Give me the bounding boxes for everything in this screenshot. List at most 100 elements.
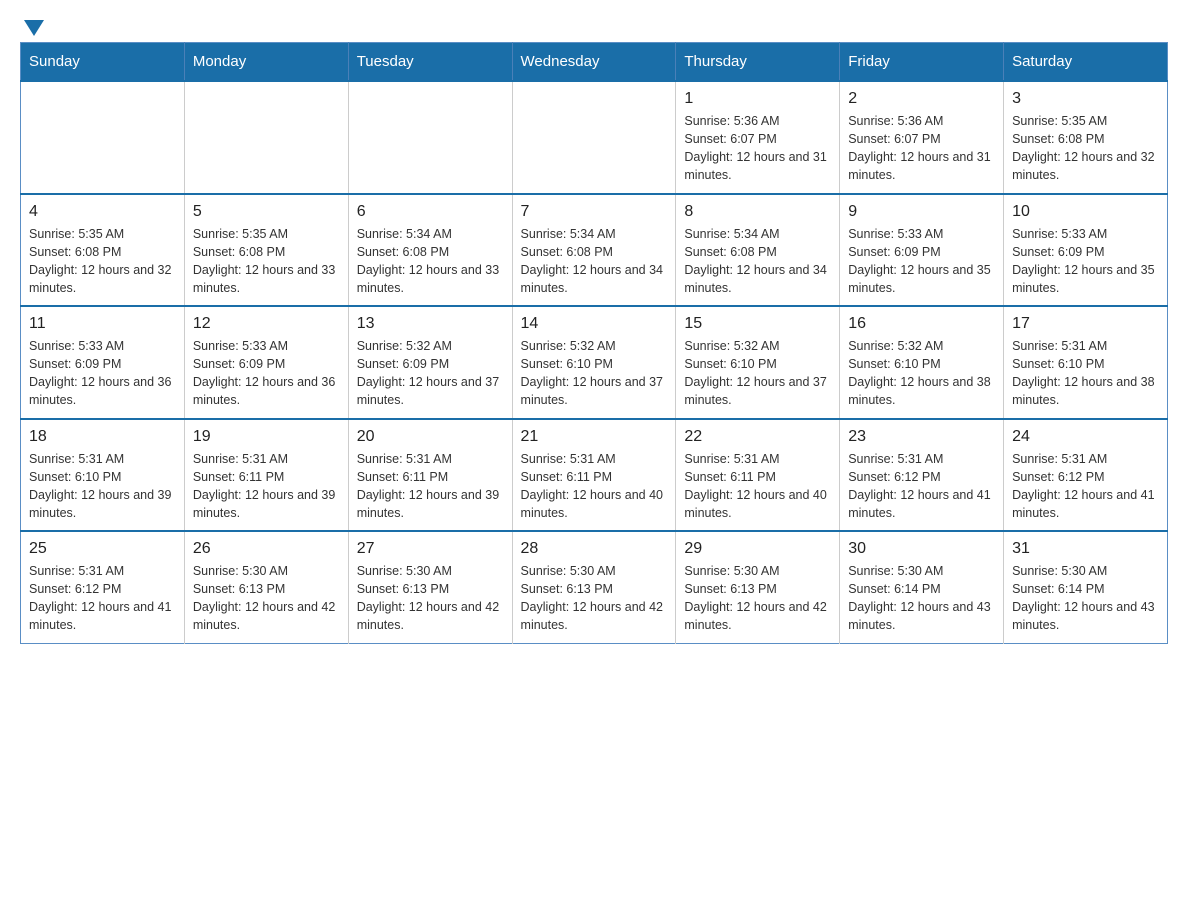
day-number: 13 (357, 315, 504, 333)
calendar-cell: 1Sunrise: 5:36 AM Sunset: 6:07 PM Daylig… (676, 81, 840, 194)
day-number: 21 (521, 428, 668, 446)
calendar-cell: 30 Sunrise: 5:30 AM Sunset: 6:14 PM Dayli… (840, 531, 1004, 643)
day-number: 3 (1012, 90, 1159, 108)
day-number: 8 (684, 203, 831, 221)
calendar-cell: 12 Sunrise: 5:33 AM Sunset: 6:09 PM Dayli… (184, 306, 348, 419)
day-info: Sunrise: 5:30 AM Sunset: 6:14 PM Dayligh… (848, 562, 995, 635)
column-header-wednesday: Wednesday (512, 43, 676, 82)
day-info: Sunrise: 5:30 AM Sunset: 6:13 PM Dayligh… (684, 562, 831, 635)
calendar-cell: 16 Sunrise: 5:32 AM Sunset: 6:10 PM Dayli… (840, 306, 1004, 419)
week-row-1: 1Sunrise: 5:36 AM Sunset: 6:07 PM Daylig… (21, 81, 1168, 194)
day-number: 24 (1012, 428, 1159, 446)
day-info: Sunrise: 5:31 AM Sunset: 6:10 PM Dayligh… (29, 450, 176, 523)
calendar-cell (184, 81, 348, 194)
calendar-cell: 24Sunrise: 5:31 AM Sunset: 6:12 PM Dayli… (1004, 419, 1168, 532)
day-number: 19 (193, 428, 340, 446)
calendar-cell: 31 Sunrise: 5:30 AM Sunset: 6:14 PM Dayli… (1004, 531, 1168, 643)
day-number: 16 (848, 315, 995, 333)
day-number: 5 (193, 203, 340, 221)
day-info: Sunrise: 5:34 AM Sunset: 6:08 PM Dayligh… (521, 225, 668, 298)
day-info: Sunrise: 5:32 AM Sunset: 6:10 PM Dayligh… (848, 337, 995, 410)
day-number: 30 (848, 540, 995, 558)
header-row: SundayMondayTuesdayWednesdayThursdayFrid… (21, 43, 1168, 82)
day-info: Sunrise: 5:33 AM Sunset: 6:09 PM Dayligh… (29, 337, 176, 410)
calendar-cell: 26 Sunrise: 5:30 AM Sunset: 6:13 PM Dayli… (184, 531, 348, 643)
day-number: 6 (357, 203, 504, 221)
column-header-sunday: Sunday (21, 43, 185, 82)
calendar-cell: 22 Sunrise: 5:31 AM Sunset: 6:11 PM Dayli… (676, 419, 840, 532)
column-header-friday: Friday (840, 43, 1004, 82)
day-info: Sunrise: 5:35 AM Sunset: 6:08 PM Dayligh… (29, 225, 176, 298)
logo-text (20, 20, 44, 32)
calendar-cell: 5 Sunrise: 5:35 AM Sunset: 6:08 PM Daylig… (184, 194, 348, 307)
calendar-cell: 21 Sunrise: 5:31 AM Sunset: 6:11 PM Dayli… (512, 419, 676, 532)
day-number: 23 (848, 428, 995, 446)
day-info: Sunrise: 5:36 AM Sunset: 6:07 PM Dayligh… (848, 112, 995, 185)
day-info: Sunrise: 5:33 AM Sunset: 6:09 PM Dayligh… (848, 225, 995, 298)
day-info: Sunrise: 5:30 AM Sunset: 6:14 PM Dayligh… (1012, 562, 1159, 635)
calendar-cell: 7 Sunrise: 5:34 AM Sunset: 6:08 PM Daylig… (512, 194, 676, 307)
calendar-cell: 23 Sunrise: 5:31 AM Sunset: 6:12 PM Dayli… (840, 419, 1004, 532)
day-number: 22 (684, 428, 831, 446)
day-info: Sunrise: 5:31 AM Sunset: 6:12 PM Dayligh… (848, 450, 995, 523)
day-info: Sunrise: 5:35 AM Sunset: 6:08 PM Dayligh… (1012, 112, 1159, 185)
day-info: Sunrise: 5:32 AM Sunset: 6:09 PM Dayligh… (357, 337, 504, 410)
calendar-cell: 29 Sunrise: 5:30 AM Sunset: 6:13 PM Dayli… (676, 531, 840, 643)
calendar-cell: 10 Sunrise: 5:33 AM Sunset: 6:09 PM Dayli… (1004, 194, 1168, 307)
week-row-3: 11 Sunrise: 5:33 AM Sunset: 6:09 PM Dayli… (21, 306, 1168, 419)
day-info: Sunrise: 5:34 AM Sunset: 6:08 PM Dayligh… (357, 225, 504, 298)
day-info: Sunrise: 5:31 AM Sunset: 6:12 PM Dayligh… (29, 562, 176, 635)
day-info: Sunrise: 5:35 AM Sunset: 6:08 PM Dayligh… (193, 225, 340, 298)
day-number: 25 (29, 540, 176, 558)
calendar-cell: 4 Sunrise: 5:35 AM Sunset: 6:08 PM Daylig… (21, 194, 185, 307)
day-number: 9 (848, 203, 995, 221)
day-info: Sunrise: 5:30 AM Sunset: 6:13 PM Dayligh… (357, 562, 504, 635)
day-info: Sunrise: 5:31 AM Sunset: 6:11 PM Dayligh… (521, 450, 668, 523)
day-number: 26 (193, 540, 340, 558)
calendar-cell: 9 Sunrise: 5:33 AM Sunset: 6:09 PM Daylig… (840, 194, 1004, 307)
column-header-thursday: Thursday (676, 43, 840, 82)
calendar-table: SundayMondayTuesdayWednesdayThursdayFrid… (20, 42, 1168, 644)
calendar-cell: 25 Sunrise: 5:31 AM Sunset: 6:12 PM Dayli… (21, 531, 185, 643)
day-number: 20 (357, 428, 504, 446)
column-header-monday: Monday (184, 43, 348, 82)
calendar-cell: 27Sunrise: 5:30 AM Sunset: 6:13 PM Dayli… (348, 531, 512, 643)
logo-triangle-icon (24, 20, 44, 36)
calendar-cell: 8 Sunrise: 5:34 AM Sunset: 6:08 PM Daylig… (676, 194, 840, 307)
week-row-4: 18Sunrise: 5:31 AM Sunset: 6:10 PM Dayli… (21, 419, 1168, 532)
calendar-cell: 18Sunrise: 5:31 AM Sunset: 6:10 PM Dayli… (21, 419, 185, 532)
day-info: Sunrise: 5:36 AM Sunset: 6:07 PM Dayligh… (684, 112, 831, 185)
calendar-cell: 11 Sunrise: 5:33 AM Sunset: 6:09 PM Dayli… (21, 306, 185, 419)
day-info: Sunrise: 5:33 AM Sunset: 6:09 PM Dayligh… (193, 337, 340, 410)
day-number: 12 (193, 315, 340, 333)
calendar-cell (348, 81, 512, 194)
day-info: Sunrise: 5:34 AM Sunset: 6:08 PM Dayligh… (684, 225, 831, 298)
calendar-cell: 3 Sunrise: 5:35 AM Sunset: 6:08 PM Daylig… (1004, 81, 1168, 194)
calendar-cell: 20 Sunrise: 5:31 AM Sunset: 6:11 PM Dayli… (348, 419, 512, 532)
calendar-cell: 2Sunrise: 5:36 AM Sunset: 6:07 PM Daylig… (840, 81, 1004, 194)
day-info: Sunrise: 5:32 AM Sunset: 6:10 PM Dayligh… (521, 337, 668, 410)
day-number: 11 (29, 315, 176, 333)
calendar-cell: 28Sunrise: 5:30 AM Sunset: 6:13 PM Dayli… (512, 531, 676, 643)
day-number: 29 (684, 540, 831, 558)
day-info: Sunrise: 5:30 AM Sunset: 6:13 PM Dayligh… (193, 562, 340, 635)
day-number: 14 (521, 315, 668, 333)
day-info: Sunrise: 5:33 AM Sunset: 6:09 PM Dayligh… (1012, 225, 1159, 298)
calendar-cell (21, 81, 185, 194)
day-number: 10 (1012, 203, 1159, 221)
calendar-cell: 14 Sunrise: 5:32 AM Sunset: 6:10 PM Dayli… (512, 306, 676, 419)
calendar-cell (512, 81, 676, 194)
day-info: Sunrise: 5:31 AM Sunset: 6:10 PM Dayligh… (1012, 337, 1159, 410)
day-number: 7 (521, 203, 668, 221)
day-number: 4 (29, 203, 176, 221)
calendar-cell: 19Sunrise: 5:31 AM Sunset: 6:11 PM Dayli… (184, 419, 348, 532)
page-header (20, 20, 1168, 32)
logo (20, 20, 44, 32)
day-number: 31 (1012, 540, 1159, 558)
week-row-2: 4 Sunrise: 5:35 AM Sunset: 6:08 PM Daylig… (21, 194, 1168, 307)
day-number: 15 (684, 315, 831, 333)
day-info: Sunrise: 5:31 AM Sunset: 6:11 PM Dayligh… (357, 450, 504, 523)
calendar-cell: 13 Sunrise: 5:32 AM Sunset: 6:09 PM Dayli… (348, 306, 512, 419)
calendar-body: 1Sunrise: 5:36 AM Sunset: 6:07 PM Daylig… (21, 81, 1168, 643)
day-info: Sunrise: 5:31 AM Sunset: 6:11 PM Dayligh… (684, 450, 831, 523)
